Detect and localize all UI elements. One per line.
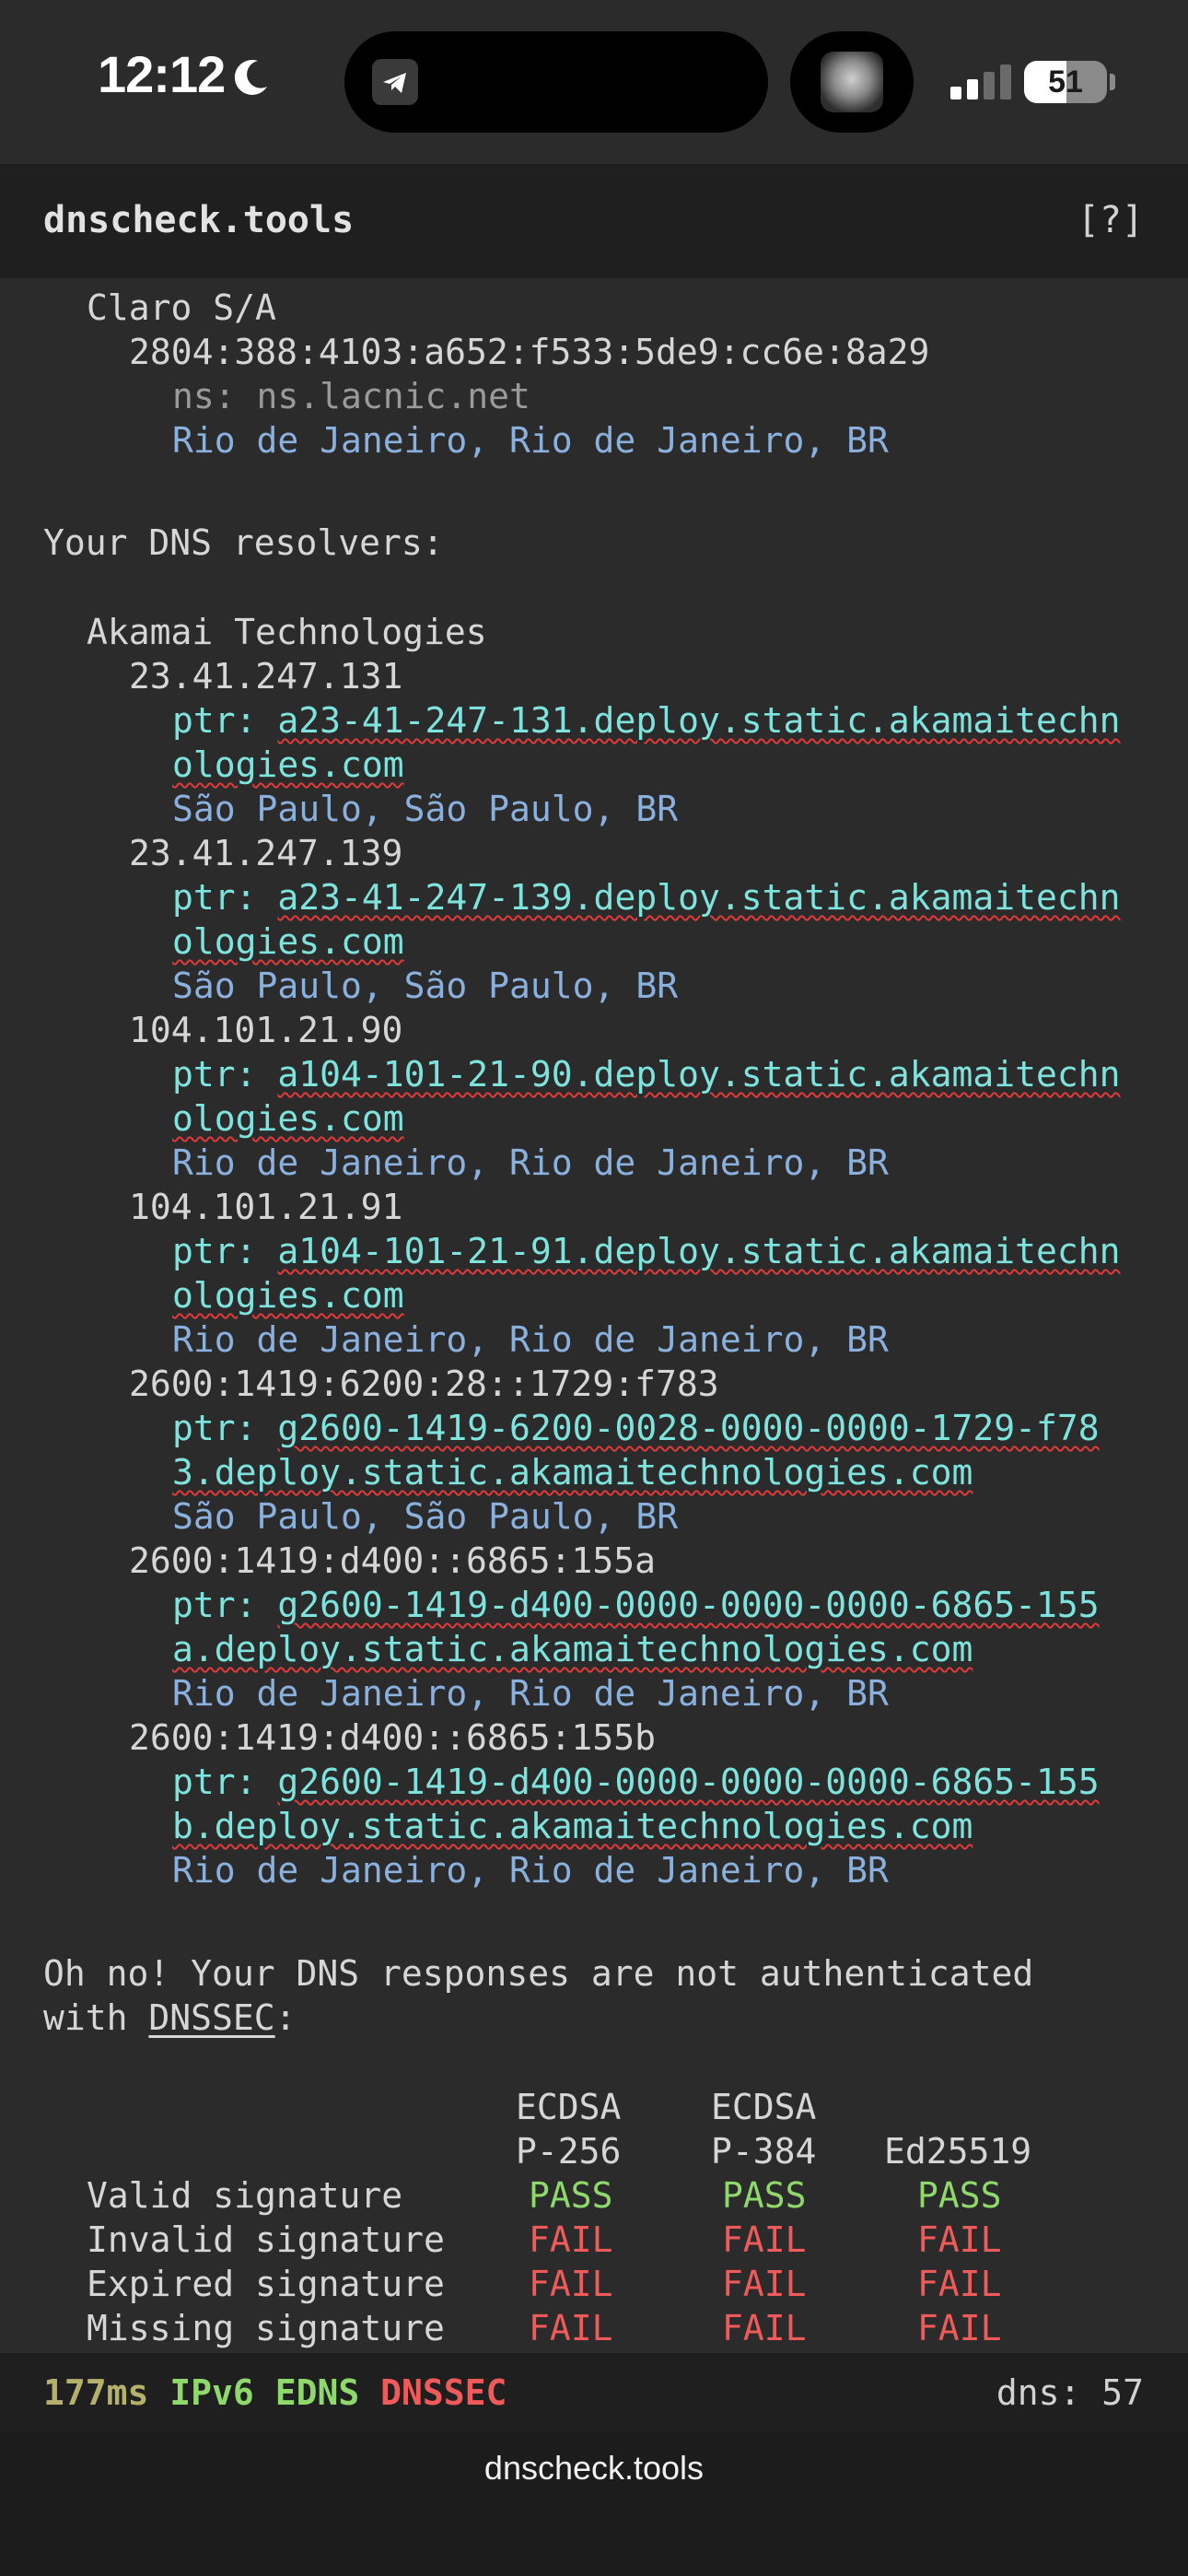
resolver-ptr-link[interactable]: a104-101-21-90.deploy.static.akamaitechn <box>277 1054 1120 1095</box>
resolver-location: Rio de Janeiro, Rio de Janeiro, BR <box>172 1319 889 1360</box>
help-button[interactable]: [?] <box>1077 199 1144 241</box>
resolver-ptr-link-continued[interactable]: ologies.com <box>172 1096 404 1141</box>
dnssec-column-header: ECDSA <box>711 2087 817 2127</box>
dnssec-row-label: Expired signature <box>87 2264 445 2304</box>
battery-icon: 51 <box>1024 61 1107 103</box>
results-content: Claro S/A 2804:388:4103:a652:f533:5de9:c… <box>0 278 1188 2353</box>
resolver-ptr-link[interactable]: a23-41-247-131.deploy.static.akamaitechn <box>277 700 1120 741</box>
site-title[interactable]: dnscheck.tools <box>43 199 354 241</box>
result-fail: FAIL <box>917 2308 1002 2348</box>
resolver-ptr-link[interactable]: a23-41-247-139.deploy.static.akamaitechn <box>277 877 1120 918</box>
footer-indicators: 177ms IPv6 EDNS DNSSEC <box>43 2353 507 2432</box>
result-fail: FAIL <box>722 2308 807 2348</box>
result-fail: FAIL <box>722 2219 807 2260</box>
resolver-ptr-line: ptr: a23-41-247-131.deploy.static.akamai… <box>172 698 1121 743</box>
ptr-label: ptr: <box>172 1231 278 1271</box>
result-fail: FAIL <box>917 2264 1002 2304</box>
resolver-ptr-line: ptr: g2600-1419-d400-0000-0000-0000-6865… <box>172 1760 1100 1804</box>
isp-ns: ns: ns.lacnic.net <box>172 376 530 416</box>
resolver-ptr-link[interactable]: a104-101-21-91.deploy.static.akamaitechn <box>277 1231 1120 1271</box>
footer-status-bar: 177ms IPv6 EDNS DNSSEC dns: 57 <box>0 2353 1188 2432</box>
result-pass: PASS <box>917 2175 1002 2216</box>
resolver-location: São Paulo, São Paulo, BR <box>172 966 679 1006</box>
resolver-ptr-link-continued[interactable]: 3.deploy.static.akamaitechnologies.com <box>172 1450 973 1494</box>
result-fail: FAIL <box>529 2219 613 2260</box>
resolver-location: São Paulo, São Paulo, BR <box>172 1496 679 1537</box>
app-header: dnscheck.tools [?] <box>0 164 1188 278</box>
resolver-ip: 104.101.21.91 <box>129 1187 403 1227</box>
dnssec-column-header: ECDSA <box>516 2087 622 2127</box>
moon-icon <box>234 59 267 95</box>
ptr-label: ptr: <box>172 1585 278 1625</box>
dnssec-row-label: Invalid signature <box>87 2219 445 2260</box>
result-pass: PASS <box>722 2175 807 2216</box>
result-fail: FAIL <box>529 2264 613 2304</box>
battery-cap <box>1110 74 1115 90</box>
status-bar: 12:12 51 <box>0 0 1188 164</box>
ptr-label: ptr: <box>172 1408 278 1448</box>
ptr-label: ptr: <box>172 1054 278 1095</box>
resolver-ip: 104.101.21.90 <box>129 1010 403 1050</box>
resolver-ptr-link-continued[interactable]: a.deploy.static.akamaitechnologies.com <box>172 1627 973 1671</box>
album-art <box>821 52 883 112</box>
dnssec-row-label: Valid signature <box>87 2175 403 2216</box>
resolver-ptr-link[interactable]: g2600-1419-6200-0028-0000-0000-1729-f78 <box>277 1408 1099 1448</box>
clock: 12:12 <box>98 45 226 103</box>
latency-indicator: 177ms <box>43 2372 149 2413</box>
dnssec-column-header: Ed25519 <box>884 2131 1032 2172</box>
browser-bar: dnscheck.tools <box>0 2432 1188 2576</box>
resolver-ptr-link-continued[interactable]: ologies.com <box>172 743 404 787</box>
resolver-ptr-link[interactable]: g2600-1419-d400-0000-0000-0000-6865-155 <box>277 1585 1099 1625</box>
resolver-ip: 23.41.247.131 <box>129 656 403 697</box>
dnssec-warning-prefix: with <box>43 1997 149 2038</box>
resolver-location: Rio de Janeiro, Rio de Janeiro, BR <box>172 1673 889 1714</box>
signal-icon <box>950 64 1011 100</box>
dnssec-row-label: Missing signature <box>87 2308 445 2348</box>
resolver-ptr-link-continued[interactable]: b.deploy.static.akamaitechnologies.com <box>172 1804 973 1848</box>
resolver-ptr-line: ptr: g2600-1419-6200-0028-0000-0000-1729… <box>172 1406 1100 1450</box>
ptr-label: ptr: <box>172 1762 278 1802</box>
address-bar[interactable]: dnscheck.tools <box>0 2449 1188 2488</box>
ipv6-indicator: IPv6 <box>169 2372 254 2413</box>
isp-location: Rio de Janeiro, Rio de Janeiro, BR <box>172 420 889 461</box>
resolvers-heading: Your DNS resolvers: <box>43 522 444 563</box>
ptr-label: ptr: <box>172 877 278 918</box>
dnssec-link[interactable]: DNSSEC <box>148 1997 274 2038</box>
resolver-ptr-line: ptr: a104-101-21-90.deploy.static.akamai… <box>172 1052 1121 1096</box>
telegram-icon <box>372 59 418 105</box>
result-fail: FAIL <box>529 2308 613 2348</box>
ptr-label: ptr: <box>172 700 278 741</box>
resolver-ptr-link-continued[interactable]: ologies.com <box>172 1273 404 1317</box>
isp-name: Claro S/A <box>87 287 276 328</box>
dns-count: dns: 57 <box>996 2372 1144 2413</box>
resolver-ip: 23.41.247.139 <box>129 833 403 873</box>
resolver-ip: 2600:1419:6200:28::1729:f783 <box>129 1364 719 1404</box>
dnssec-warning-line2: with DNSSEC: <box>43 1996 297 2040</box>
resolver-location: Rio de Janeiro, Rio de Janeiro, BR <box>172 1850 889 1891</box>
result-fail: FAIL <box>917 2219 1002 2260</box>
resolver-ip: 2600:1419:d400::6865:155a <box>129 1540 656 1581</box>
resolver-org: Akamai Technologies <box>87 612 487 652</box>
resolver-ptr-link-continued[interactable]: ologies.com <box>172 919 404 964</box>
result-fail: FAIL <box>722 2264 807 2304</box>
resolver-ptr-link[interactable]: g2600-1419-d400-0000-0000-0000-6865-155 <box>277 1762 1099 1802</box>
resolver-ptr-line: ptr: a104-101-21-91.deploy.static.akamai… <box>172 1229 1121 1273</box>
dynamic-island[interactable] <box>344 31 768 133</box>
resolver-ptr-line: ptr: g2600-1419-d400-0000-0000-0000-6865… <box>172 1583 1100 1627</box>
dnssec-column-header: P-256 <box>516 2131 622 2172</box>
now-playing-island[interactable] <box>790 31 914 133</box>
edns-indicator: EDNS <box>274 2372 360 2413</box>
dnssec-indicator: DNSSEC <box>380 2372 507 2413</box>
resolver-location: São Paulo, São Paulo, BR <box>172 789 679 829</box>
result-pass: PASS <box>529 2175 613 2216</box>
dnssec-warning-suffix: : <box>274 1997 297 2038</box>
resolver-ip: 2600:1419:d400::6865:155b <box>129 1717 656 1758</box>
dnssec-warning-line1: Oh no! Your DNS responses are not authen… <box>43 1953 1034 1994</box>
resolver-location: Rio de Janeiro, Rio de Janeiro, BR <box>172 1142 889 1183</box>
dnssec-column-header: P-384 <box>711 2131 817 2172</box>
resolver-ptr-line: ptr: a23-41-247-139.deploy.static.akamai… <box>172 875 1121 919</box>
isp-ip: 2804:388:4103:a652:f533:5de9:cc6e:8a29 <box>129 332 930 372</box>
battery-percent: 51 <box>1048 64 1083 100</box>
